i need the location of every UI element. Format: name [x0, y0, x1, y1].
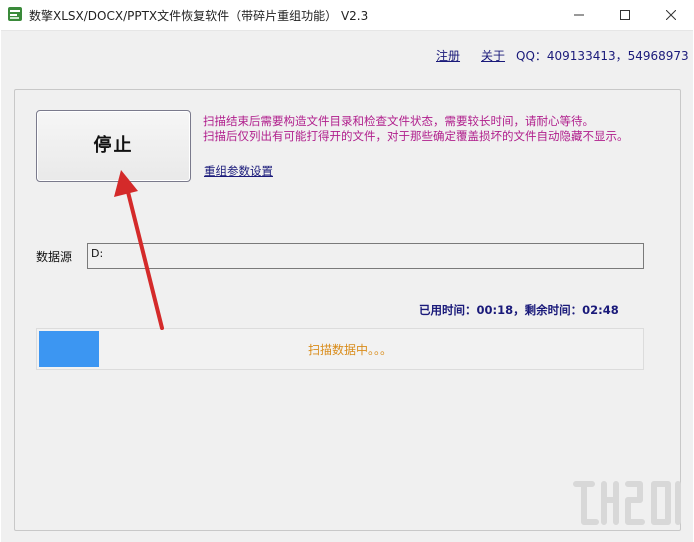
- app-icon: [8, 7, 22, 21]
- time-status: 已用时间：00:18，剩余时间：02:48: [419, 303, 619, 317]
- hint-line-2: 扫描后仅列出有可能打得开的文件，对于那些确定覆盖损坏的文件自动隐藏不显示。: [203, 129, 629, 143]
- register-link[interactable]: 注册: [436, 47, 460, 64]
- source-label: 数据源: [36, 250, 73, 264]
- stop-button[interactable]: 停止: [36, 110, 191, 182]
- reorg-settings-link[interactable]: 重组参数设置: [204, 163, 273, 179]
- source-value: D:: [91, 247, 104, 260]
- title-bar: 数擎XLSX/DOCX/PPTX文件恢复软件（带碎片重组功能） V2.3: [0, 0, 694, 30]
- maximize-icon: [620, 10, 630, 20]
- minimize-button[interactable]: [556, 0, 602, 30]
- about-link[interactable]: 关于: [481, 47, 505, 64]
- hint-line-1: 扫描结束后需要构造文件目录和检查文件状态，需要较长时间，请耐心等待。: [203, 114, 594, 128]
- qq-contact: QQ：409133413，54968973: [516, 49, 689, 63]
- watermark-logo: [573, 481, 681, 525]
- close-button[interactable]: [648, 0, 694, 30]
- client-area: 注册 关于 QQ：409133413，54968973 停止 扫描结束后需要构造…: [1, 30, 693, 542]
- window-title: 数擎XLSX/DOCX/PPTX文件恢复软件（带碎片重组功能） V2.3: [29, 9, 369, 23]
- progress-text: 扫描数据中。。。: [307, 343, 392, 357]
- minimize-icon: [574, 14, 584, 16]
- source-field[interactable]: D:: [87, 243, 644, 269]
- close-icon: [666, 10, 676, 20]
- scan-progress-bar: 扫描数据中。。。: [36, 328, 644, 370]
- maximize-button[interactable]: [602, 0, 648, 30]
